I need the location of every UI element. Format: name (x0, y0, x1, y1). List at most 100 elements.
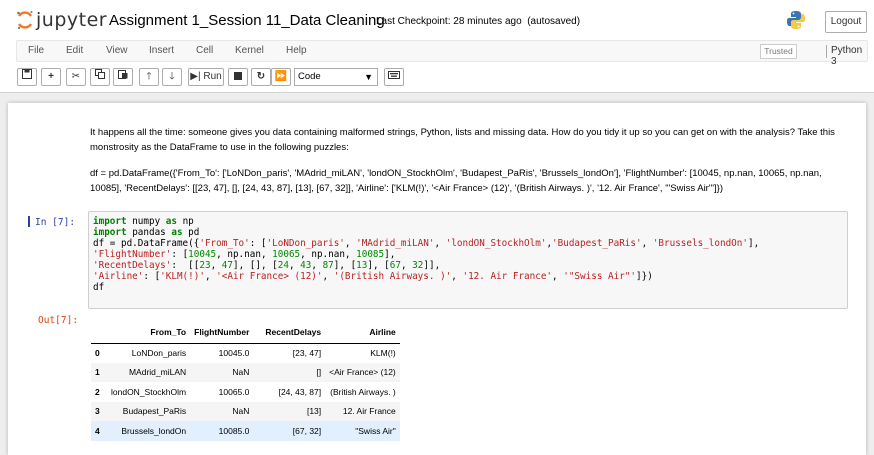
chevron-down-icon: ▼ (364, 72, 373, 82)
code-line-1: import numpy as np (93, 216, 194, 227)
cell-recentdelays: [67, 32] (253, 421, 326, 441)
step-forward-icon: ▶| (190, 71, 201, 82)
table-row-highlighted: 4 Brussels_londOn 10085.0 [67, 32] "Swis… (91, 421, 400, 441)
autosave-text: (autosaved) (527, 16, 581, 27)
toolbar-divider (0, 92, 874, 93)
stop-icon (234, 72, 242, 80)
column-header-airline: Airline (325, 321, 400, 344)
table-row: 1 MAdrid_miLAN NaN [] <Air France> (12) (91, 362, 400, 382)
column-header-index (91, 321, 107, 344)
scissors-icon: ✂ (71, 71, 81, 82)
markdown-paragraph-code: df = pd.DataFrame({'From_To': ['LoNDon_p… (90, 168, 822, 194)
cell-flightnumber: 10065.0 (218, 386, 250, 397)
menu-bar: File Edit View Insert Cell Kernel Help T… (0, 40, 874, 67)
cell-airline: 12. Air France (325, 401, 400, 421)
table-row: 0 LoNDon_paris 10045.0 [23, 47] KLM(!) (91, 343, 400, 363)
code-line-7: df (93, 282, 105, 293)
run-button[interactable]: ▶| Run (188, 68, 224, 86)
checkpoint-text: Last Checkpoint: 28 minutes ago (376, 16, 522, 27)
notebook-title[interactable]: Assignment 1_Session 11_Data Cleaning (109, 12, 385, 29)
copy-icon (95, 69, 105, 79)
cell-flightnumber: NaN (190, 401, 254, 421)
copy-button[interactable] (90, 68, 110, 86)
menu-view[interactable]: View (106, 45, 128, 56)
plus-icon: + (48, 71, 54, 82)
command-palette-button[interactable] (384, 68, 404, 86)
code-line-5: 'RecentDelays': [[23, 47], [], [24, 43, … (93, 260, 441, 271)
cell-recentdelays: [13] (253, 401, 326, 421)
restart-icon: ↻ (256, 71, 266, 82)
paste-icon (118, 70, 128, 79)
cell-from-to: MAdrid_miLAN (107, 362, 191, 382)
input-prompt: In [7]: (28, 216, 75, 228)
cell-recentdelays: [23, 47] (292, 348, 322, 358)
notebook-container: It happens all the time: someone gives y… (8, 103, 866, 455)
checkpoint-status: Last Checkpoint: 28 minutes ago (autosav… (376, 16, 580, 27)
run-label: Run (203, 71, 222, 82)
python-logo-icon (787, 11, 805, 29)
menu-bar-panel: File Edit View Insert Cell Kernel Help T… (16, 40, 868, 67)
menu-kernel[interactable]: Kernel (235, 45, 264, 56)
cell-recentdelays: [] (253, 362, 326, 382)
restart-button[interactable]: ↻ (251, 68, 271, 86)
code-cell-editor[interactable]: import numpy as np import pandas as pd d… (88, 211, 848, 309)
save-icon (22, 69, 32, 79)
cell-from-to: LoNDon_paris (131, 348, 187, 358)
move-up-button[interactable]: 🡑 (139, 68, 159, 86)
column-header-from-to: From_To (107, 321, 191, 344)
cell-airline: KLM(!) (370, 348, 396, 358)
cell-airline: <Air France> (12) (325, 362, 400, 382)
row-index: 3 (91, 401, 107, 421)
cut-button[interactable]: ✂ (66, 68, 86, 86)
notebook-header: jupyter Assignment 1_Session 11_Data Cle… (0, 0, 874, 40)
move-down-button[interactable]: 🡓 (162, 68, 182, 86)
menu-file[interactable]: File (28, 45, 44, 56)
cell-recentdelays: [24, 43, 87] (278, 386, 322, 397)
keyboard-icon (388, 71, 400, 79)
cell-from-to: Budapest_PaRis (107, 401, 191, 421)
jupyter-logo[interactable]: jupyter (16, 8, 107, 34)
arrow-up-icon: 🡑 (146, 71, 152, 82)
dataframe-output: From_To FlightNumber RecentDelays Airlin… (91, 321, 400, 441)
insert-cell-button[interactable]: + (41, 68, 61, 86)
code-line-3: df = pd.DataFrame({'From_To': ['LoNDon_p… (93, 238, 760, 249)
markdown-paragraph-intro: It happens all the time: someone gives y… (90, 127, 835, 153)
kernel-name: Python 3 (826, 45, 867, 67)
code-line-4: 'FlightNumber': [10045, np.nan, 10065, n… (93, 249, 396, 260)
jupyter-wordmark: jupyter (36, 9, 108, 31)
cell-flightnumber: NaN (190, 362, 254, 382)
restart-run-all-button[interactable]: ⏩ (271, 68, 291, 86)
cell-flightnumber: 10085.0 (190, 421, 254, 441)
table-header-row: From_To FlightNumber RecentDelays Airlin… (91, 321, 400, 344)
cell-flightnumber: 10045.0 (218, 348, 250, 358)
arrow-down-icon: 🡓 (169, 71, 175, 82)
menu-insert[interactable]: Insert (149, 45, 174, 56)
trusted-badge[interactable]: Trusted (760, 44, 797, 59)
markdown-cell[interactable]: It happens all the time: someone gives y… (90, 125, 840, 207)
save-button[interactable] (17, 68, 37, 86)
menu-edit[interactable]: Edit (66, 45, 83, 56)
interrupt-button[interactable] (228, 68, 248, 86)
output-prompt: Out[7]: (38, 315, 79, 326)
input-prompt-label: In [7]: (35, 217, 76, 228)
fast-forward-icon: ⏩ (274, 71, 288, 82)
paste-button[interactable] (113, 68, 133, 86)
row-index: 4 (91, 421, 107, 441)
cell-airline: (British Airways. ) (330, 386, 396, 397)
cell-from-to: londON_StockhOlm (111, 386, 187, 397)
logout-button[interactable]: Logout (825, 11, 867, 33)
row-index: 2 (95, 386, 100, 397)
code-line-2: import pandas as pd (93, 227, 200, 238)
bookmark-icon (28, 216, 33, 227)
table-row: 2 londON_StockhOlm 10065.0 [24, 43, 87] … (91, 382, 400, 402)
column-header-recentdelays: RecentDelays (253, 321, 326, 344)
toolbar: + ✂ 🡑 🡓 ▶| Run ↻ ⏩ Code ▼ (0, 64, 874, 92)
cell-type-value: Code (298, 71, 321, 82)
cell-airline: "Swiss Air" (325, 421, 400, 441)
cell-type-select[interactable]: Code ▼ (294, 68, 378, 86)
menu-cell[interactable]: Cell (196, 45, 213, 56)
menu-help[interactable]: Help (286, 45, 307, 56)
table-row: 3 Budapest_PaRis NaN [13] 12. Air France (91, 401, 400, 421)
column-header-flightnumber: FlightNumber (190, 321, 254, 344)
row-index: 0 (95, 348, 100, 358)
